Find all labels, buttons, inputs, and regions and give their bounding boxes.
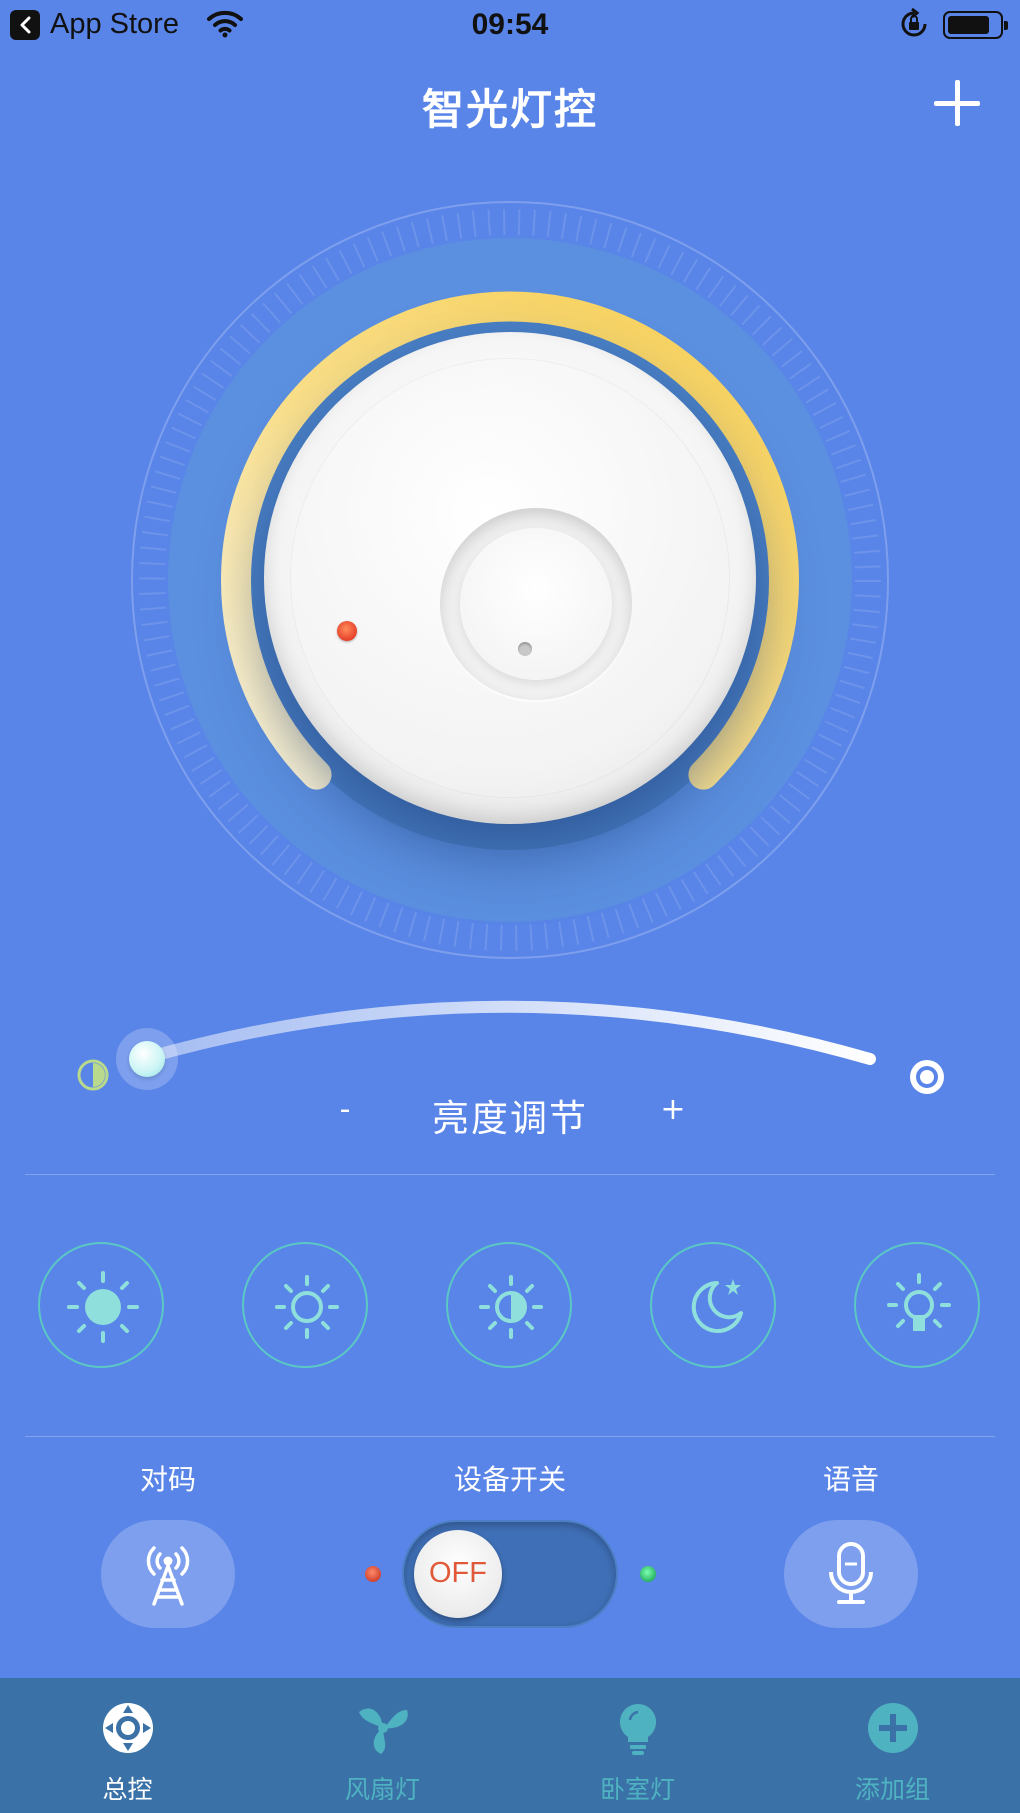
tab-master-control[interactable]: 总控 xyxy=(0,1678,255,1813)
tab-label: 总控 xyxy=(102,1775,153,1804)
mode-sun-half-button[interactable] xyxy=(446,1242,572,1368)
knob-indicator-dot xyxy=(518,642,532,656)
brightness-increase-button[interactable]: + xyxy=(656,1092,690,1127)
knob-face xyxy=(290,358,730,798)
tab-bedroom-light[interactable]: 卧室灯 xyxy=(510,1678,765,1813)
switch-knob[interactable]: OFF xyxy=(414,1530,502,1618)
voice-label: 语音 xyxy=(822,1463,879,1496)
mode-sun-full-button[interactable] xyxy=(38,1242,164,1368)
sun-outline-icon xyxy=(275,1275,339,1339)
device-power-switch[interactable]: OFF xyxy=(402,1520,618,1628)
light-modes xyxy=(0,1242,1020,1368)
plus-icon[interactable] xyxy=(932,78,982,128)
rotation-lock-icon xyxy=(899,7,929,44)
control-icon xyxy=(103,1703,153,1753)
brightness-label: 亮度调节 xyxy=(432,1097,588,1140)
sun-full-icon xyxy=(67,1271,139,1343)
antenna-tower-icon xyxy=(146,1546,190,1606)
divider xyxy=(25,1436,995,1437)
page-title: 智光灯控 xyxy=(421,85,598,134)
battery-icon xyxy=(943,11,1008,39)
knob-marker-dot xyxy=(337,621,357,641)
divider xyxy=(25,1174,995,1175)
bulb-icon xyxy=(619,1703,657,1755)
pair-label: 对码 xyxy=(139,1463,196,1496)
tab-label: 风扇灯 xyxy=(344,1775,420,1804)
brightness-control: - 亮度调节 + xyxy=(0,980,1020,1160)
tab-add-group[interactable]: 添加组 xyxy=(765,1678,1020,1813)
tab-label: 添加组 xyxy=(854,1775,930,1804)
add-circle-icon xyxy=(868,1703,918,1753)
tab-fan-light[interactable]: 风扇灯 xyxy=(255,1678,510,1813)
knob-center xyxy=(440,508,632,700)
device-switch-label: 设备开关 xyxy=(453,1463,566,1496)
mode-night-button[interactable] xyxy=(650,1242,776,1368)
brightness-min-icon xyxy=(76,1058,110,1092)
switch-state-text: OFF xyxy=(429,1557,487,1589)
microphone-icon xyxy=(829,1542,873,1604)
status-bar: App Store 09:54 xyxy=(0,0,1020,52)
off-indicator-led xyxy=(365,1566,381,1582)
moon-star-icon xyxy=(691,1279,743,1333)
sun-half-icon xyxy=(479,1275,543,1339)
brightness-slider-thumb[interactable] xyxy=(116,1028,178,1090)
tab-bar: 总控 风扇灯 卧室灯 添加组 xyxy=(0,1678,1020,1813)
mode-bulb-button[interactable] xyxy=(854,1242,980,1368)
pair-button[interactable] xyxy=(101,1520,235,1628)
mode-sun-outline-button[interactable] xyxy=(242,1242,368,1368)
clock: 09:54 xyxy=(471,8,549,41)
on-indicator-led xyxy=(640,1566,656,1582)
brightness-dial[interactable] xyxy=(110,180,910,980)
bulb-icon xyxy=(887,1273,951,1331)
voice-button[interactable] xyxy=(784,1520,918,1628)
rotary-knob[interactable] xyxy=(264,332,756,824)
fan-icon xyxy=(359,1708,408,1754)
tab-label: 卧室灯 xyxy=(599,1775,675,1804)
